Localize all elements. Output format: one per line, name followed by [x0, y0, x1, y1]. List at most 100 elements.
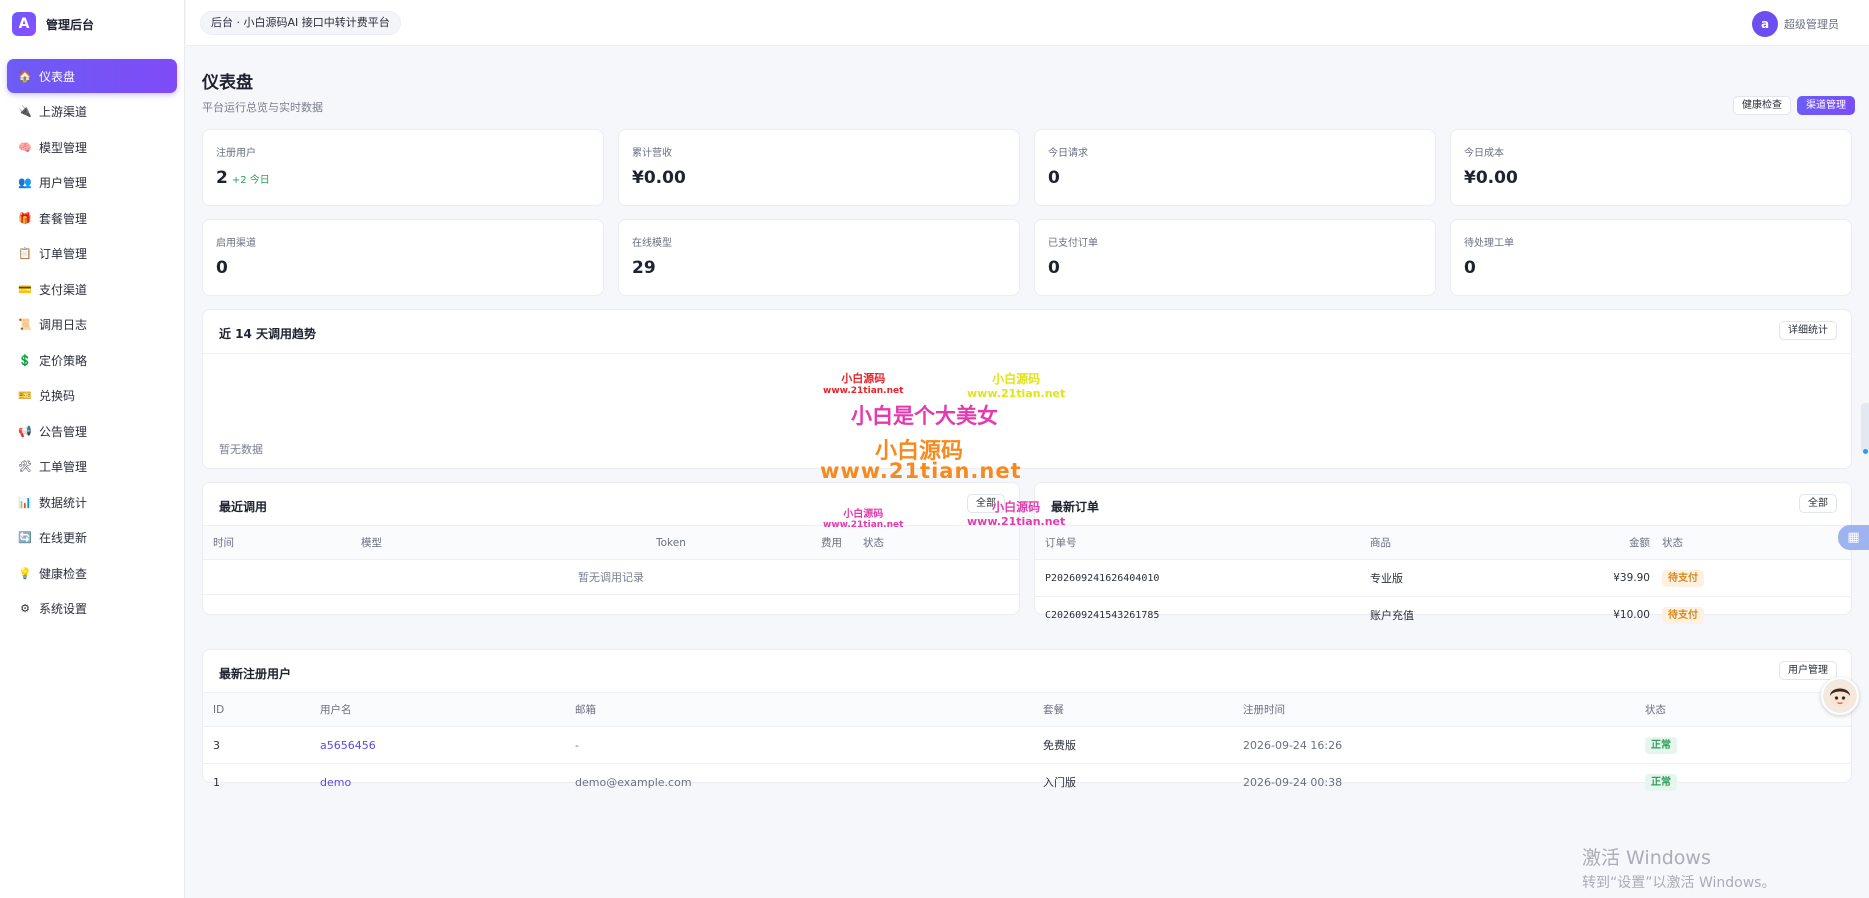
latest-orders-panel: 最新订单 全部 订单号 商品 金额 状态 P202609241626404010…	[1034, 482, 1852, 624]
stat-value: ¥0.00	[1464, 168, 1518, 188]
stat-label: 注册用户	[216, 148, 256, 159]
table-row[interactable]: P202609241626404010 专业版 ¥39.90 待支付	[1035, 559, 1851, 597]
recent-calls-title: 最近调用	[219, 500, 268, 514]
sidebar-item-users[interactable]: 👥 用户管理	[7, 166, 177, 200]
scrollbar-handle[interactable]	[1861, 403, 1869, 453]
sidebar-item-label: 仪表盘	[39, 69, 76, 84]
sidebar-item-health-check[interactable]: 💡 健康检查	[7, 556, 177, 590]
order-status-cell: 待支付	[1662, 559, 1851, 597]
user-manage-button[interactable]: 用户管理	[1779, 661, 1837, 680]
user-register-time: 2026-09-24 16:26	[1243, 726, 1645, 764]
stat-card-registered-users: 注册用户 2 +2 今日	[202, 129, 604, 206]
sidebar-item-tickets[interactable]: 🛠 工单管理	[7, 450, 177, 484]
bar-chart-icon: 📊	[18, 495, 32, 509]
sidebar-item-payment-channels[interactable]: 💳 支付渠道	[7, 272, 177, 306]
stat-card-online-models: 在线模型 29	[618, 219, 1020, 296]
sidebar-item-redeem-codes[interactable]: 🎫 兑换码	[7, 379, 177, 413]
health-check-button[interactable]: 健康检查	[1733, 96, 1791, 115]
user-link[interactable]: demo	[320, 764, 575, 801]
sidebar-item-plans[interactable]: 🎁 套餐管理	[7, 201, 177, 235]
sidebar-item-call-logs[interactable]: 📜 调用日志	[7, 308, 177, 342]
user-plan: 免费版	[1043, 726, 1243, 764]
order-status-cell: 待支付	[1662, 597, 1851, 634]
channel-manage-button[interactable]: 渠道管理	[1797, 96, 1855, 115]
sidebar-item-statistics[interactable]: 📊 数据统计	[7, 485, 177, 519]
sidebar-item-upstream-channels[interactable]: 🔌 上游渠道	[7, 95, 177, 129]
latest-orders-all-button[interactable]: 全部	[1799, 494, 1837, 513]
stat-value: 2 +2 今日	[216, 168, 270, 188]
stat-label: 今日成本	[1464, 148, 1504, 159]
grid-icon: ▦	[1847, 530, 1860, 545]
col-status: 状态	[1662, 525, 1851, 560]
recent-calls-empty-text: 暂无调用记录	[203, 559, 1019, 595]
stat-card-paid-orders: 已支付订单 0	[1034, 219, 1436, 296]
page-subtitle: 平台运行总览与实时数据	[202, 101, 323, 114]
col-plan: 套餐	[1043, 692, 1243, 727]
user-link[interactable]: a5656456	[320, 726, 575, 764]
sidebar-item-models[interactable]: 🧠 模型管理	[7, 130, 177, 164]
sidebar-item-online-update[interactable]: 🔄 在线更新	[7, 521, 177, 555]
scroll-icon: 📜	[18, 318, 32, 331]
stat-label: 在线模型	[632, 238, 672, 249]
lightbulb-icon: 💡	[18, 566, 32, 580]
windows-activation-line1: 激活 Windows	[1582, 847, 1711, 869]
col-username: 用户名	[320, 692, 575, 727]
order-no: C202609241543261785	[1045, 609, 1160, 621]
col-order-no: 订单号	[1035, 525, 1370, 560]
divider	[203, 353, 1851, 354]
sidebar-item-pricing[interactable]: 💲 定价策略	[7, 343, 177, 377]
stat-label: 今日请求	[1048, 148, 1088, 159]
avatar[interactable]: a	[1752, 11, 1778, 37]
sidebar-item-dashboard[interactable]: 🏠 仪表盘	[7, 59, 177, 93]
user-name: 超级管理员	[1784, 18, 1839, 31]
sidebar-item-label: 工单管理	[39, 460, 88, 474]
user-status-cell: 正常	[1645, 726, 1851, 764]
user-id: 1	[213, 775, 220, 789]
col-register-time: 注册时间	[1243, 692, 1645, 727]
trend-panel: 近 14 天调用趋势 详细统计 暂无数据	[202, 309, 1852, 469]
sidebar-item-orders[interactable]: 📋 订单管理	[7, 237, 177, 271]
user-email: demo@example.com	[575, 775, 692, 789]
assistant-face-icon	[1830, 687, 1850, 707]
latest-orders-title: 最新订单	[1051, 500, 1100, 514]
stat-value: 0	[1048, 258, 1060, 278]
order-amount: ¥10.00	[1613, 609, 1650, 622]
breadcrumb: 后台 · 小白源码AI 接口中转计费平台	[200, 11, 401, 35]
float-toolbox-button[interactable]: ▦	[1838, 525, 1869, 550]
user-register-time: 2026-09-24 00:38	[1243, 775, 1343, 789]
stat-value: 0	[216, 258, 228, 278]
user-menu[interactable]: a 超级管理员	[1752, 11, 1839, 37]
sidebar-item-label: 上游渠道	[39, 105, 88, 119]
new-users-title: 最新注册用户	[219, 667, 292, 681]
table-row[interactable]: C202609241543261785 账户充值 ¥10.00 待支付	[1035, 597, 1851, 634]
plug-icon: 🔌	[18, 105, 32, 118]
table-row[interactable]: 1 demo demo@example.com 入门版 2026-09-24 0…	[203, 764, 1851, 801]
stat-value: 0	[1464, 258, 1476, 278]
user-email: -	[575, 726, 1043, 764]
detail-stats-button[interactable]: 详细统计	[1779, 321, 1837, 340]
col-product: 商品	[1370, 525, 1600, 560]
latest-orders-table: 订单号 商品 金额 状态 P202609241626404010 专业版 ¥39…	[1035, 525, 1851, 634]
recent-calls-all-button[interactable]: 全部	[967, 494, 1005, 513]
col-cost: 费用	[821, 525, 863, 560]
recent-calls-table: 时间 模型 Token 费用 状态 暂无调用记录	[203, 525, 1019, 595]
trend-empty-text: 暂无数据	[219, 443, 263, 456]
table-row[interactable]: 3 a5656456 - 免费版 2026-09-24 16:26 正常	[203, 726, 1851, 764]
clipboard-icon: 📋	[18, 247, 32, 260]
stat-card-enabled-channels: 启用渠道 0	[202, 219, 604, 296]
trend-title: 近 14 天调用趋势	[219, 327, 317, 341]
sidebar-item-label: 在线更新	[39, 531, 88, 545]
stat-label: 已支付订单	[1048, 238, 1098, 249]
col-token: Token	[656, 525, 821, 560]
refresh-icon: 🔄	[18, 531, 32, 544]
col-amount: 金额	[1600, 525, 1662, 560]
stat-delta: +2 今日	[231, 175, 270, 186]
assistant-avatar-button[interactable]	[1821, 677, 1859, 715]
sidebar-item-label: 公告管理	[39, 424, 88, 439]
brand[interactable]: A 管理后台	[0, 0, 184, 48]
sidebar-nav: 🏠 仪表盘 🔌 上游渠道 🧠 模型管理 👥 用户管理 🎁 套餐管理 📋 订单管理 💳 支付渠道…	[0, 48, 184, 626]
order-product: 专业版	[1370, 559, 1600, 597]
sidebar-item-announcements[interactable]: 📢 公告管理	[7, 414, 177, 448]
col-time: 时间	[203, 525, 361, 560]
sidebar-item-settings[interactable]: ⚙ 系统设置	[7, 592, 177, 626]
